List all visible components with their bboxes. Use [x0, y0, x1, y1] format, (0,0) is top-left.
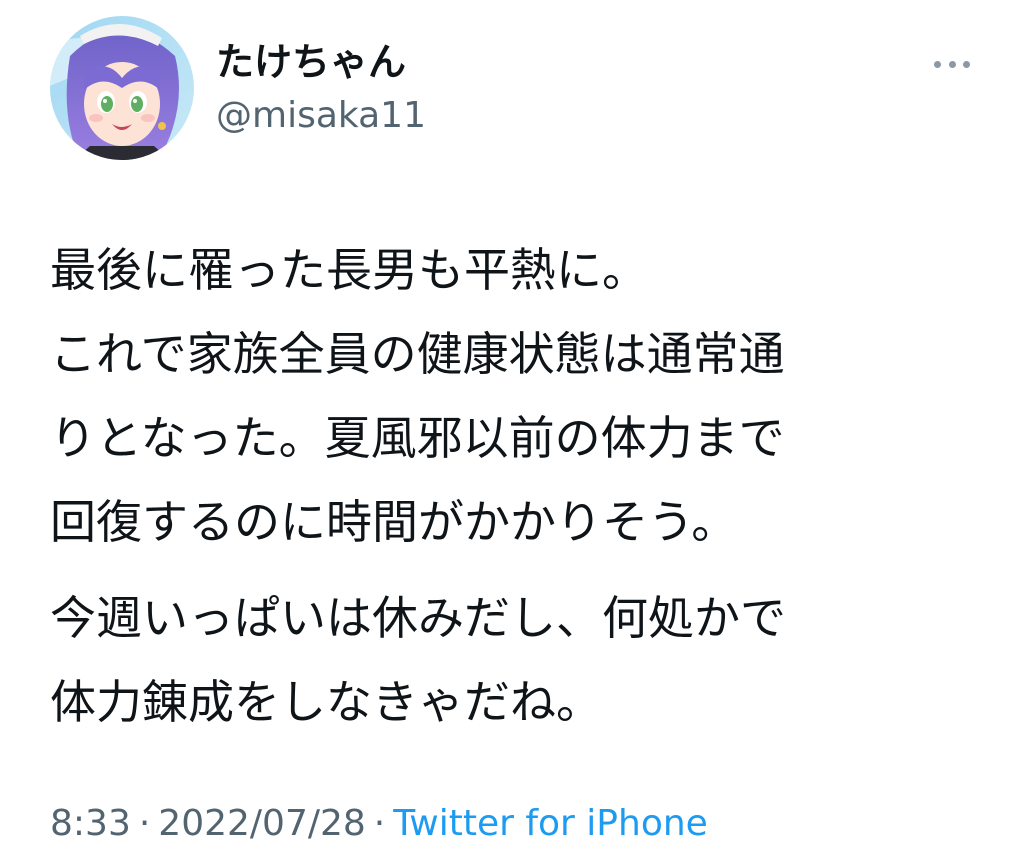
tweet-date[interactable]: 2022/07/28: [158, 803, 366, 844]
display-name[interactable]: たけちゃん: [216, 38, 406, 86]
tweet-line: 今週いっぱいは休みだし、何処かで: [50, 591, 786, 645]
tweet-metadata: 8:33 · 2022/07/28 · Twitter for iPhone: [50, 800, 708, 848]
tweet-time[interactable]: 8:33: [50, 803, 131, 844]
tweet-line: 体力錬成をしなきゃだね。: [50, 675, 602, 729]
separator: ·: [373, 803, 386, 844]
tweet-line: りとなった。夏風邪以前の体力まで: [50, 411, 785, 465]
tweet-line: 最後に罹った長男も平熱に。: [50, 243, 648, 297]
source-link[interactable]: Twitter for iPhone: [393, 803, 708, 844]
separator: ·: [138, 803, 151, 844]
tweet-line: これで家族全員の健康状態は通常通: [50, 327, 785, 381]
more-horizontal-icon: [948, 60, 956, 68]
user-handle[interactable]: @misaka11: [216, 94, 426, 138]
tweet-paragraph: 今週いっぱいは休みだし、何処かで 体力錬成をしなきゃだね。: [50, 576, 990, 744]
avatar[interactable]: [50, 16, 194, 160]
tweet-paragraph: 最後に罹った長男も平熱に。 これで家族全員の健康状態は通常通 りとなった。夏風邪…: [50, 228, 990, 564]
tweet-card: たけちゃん @misaka11 最後に罹った長男も平熱に。 これで家族全員の健康…: [0, 0, 1024, 865]
avatar-icon: [50, 16, 194, 160]
more-horizontal-icon: [963, 60, 970, 68]
more-horizontal-icon: [934, 60, 941, 68]
tweet-line: 回復するのに時間がかかりそう。: [50, 495, 738, 549]
tweet-text: 最後に罹った長男も平熱に。 これで家族全員の健康状態は通常通 りとなった。夏風邪…: [50, 228, 990, 744]
more-options-button[interactable]: [928, 50, 976, 78]
